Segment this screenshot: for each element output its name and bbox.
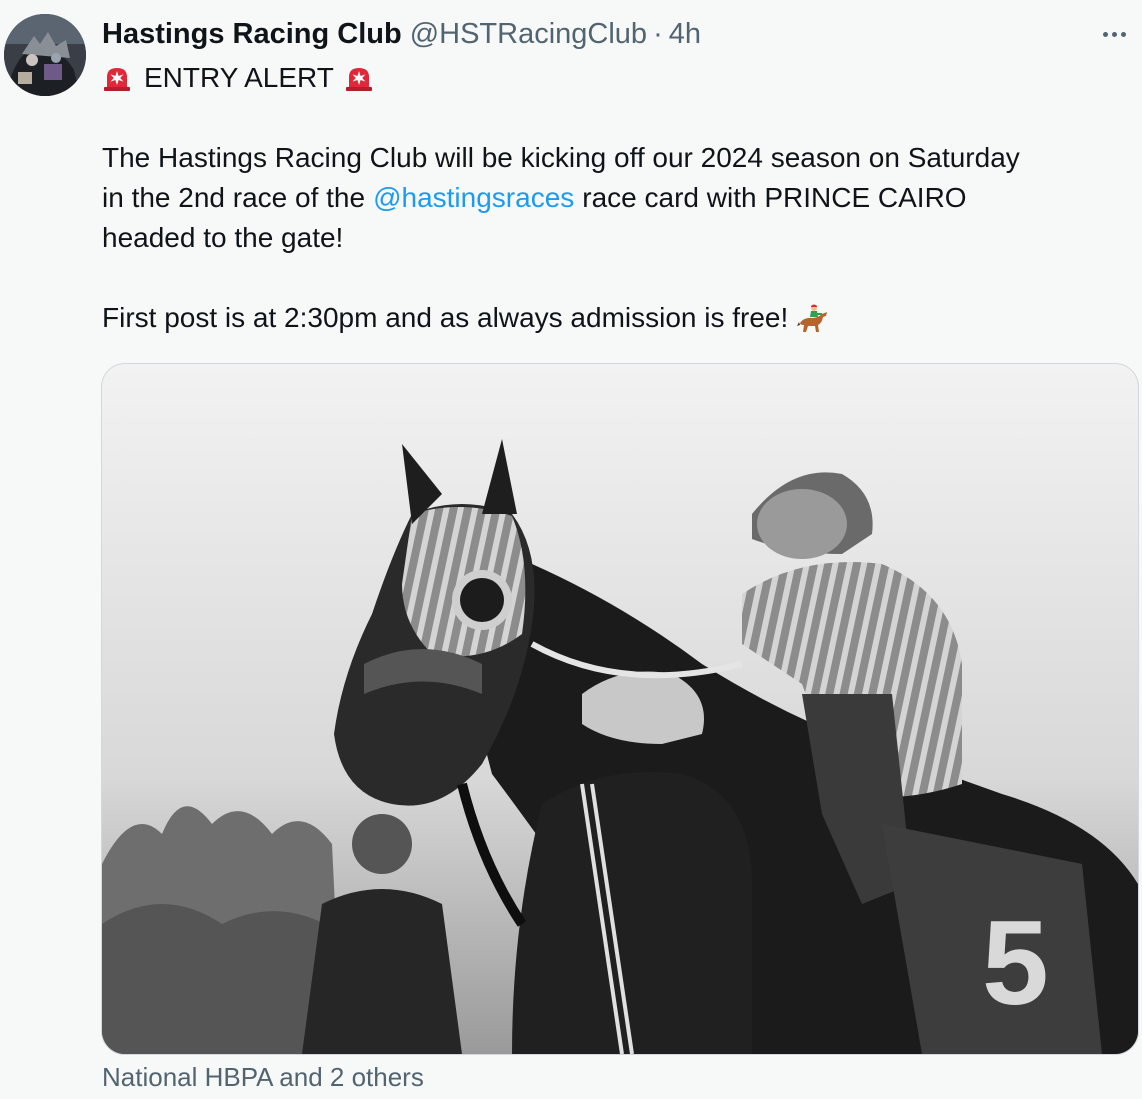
timestamp[interactable]: 4h [669, 18, 701, 51]
separator-dot: · [653, 17, 663, 50]
text-line: headed to the gate! [102, 218, 1122, 258]
avatar-image [4, 14, 86, 96]
body-text: The Hastings Racing Club will be kicking… [102, 142, 1020, 173]
body-text: race card with PRINCE CAIRO [582, 182, 967, 213]
body-text: headed to the gate! [102, 222, 344, 253]
avatar[interactable] [4, 14, 86, 96]
siren-icon [344, 63, 374, 93]
tweet-photo[interactable]: 5 [101, 363, 1139, 1055]
tweet-text: ENTRY ALERT The Hastings Racing Club wil… [102, 58, 1122, 338]
text-line: First post is at 2:30pm and as always ad… [102, 298, 1122, 338]
tweet[interactable]: Hastings Racing Club @HSTRacingClub · 4h… [0, 0, 1142, 1099]
siren-icon [102, 63, 132, 93]
more-options-icon[interactable] [1094, 20, 1134, 48]
entry-alert-line: ENTRY ALERT [102, 58, 1122, 98]
horse-racing-icon [796, 301, 830, 335]
tweet-header: Hastings Racing Club @HSTRacingClub · 4h [102, 14, 701, 54]
entry-alert-text: ENTRY ALERT [144, 62, 334, 93]
mention-link[interactable]: @hastingsraces [373, 178, 574, 218]
user-handle[interactable]: @HSTRacingClub [410, 18, 647, 51]
tagged-users[interactable]: National HBPA and 2 others [102, 1062, 424, 1093]
svg-text:5: 5 [982, 896, 1049, 1030]
display-name[interactable]: Hastings Racing Club [102, 18, 402, 51]
text-line: The Hastings Racing Club will be kicking… [102, 138, 1122, 178]
body-text: in the 2nd race of the [102, 182, 366, 213]
text-line: in the 2nd race of the @hastingsraces ra… [102, 178, 1122, 218]
photo-image: 5 [102, 364, 1138, 1054]
body-text: First post is at 2:30pm and as always ad… [102, 302, 789, 333]
